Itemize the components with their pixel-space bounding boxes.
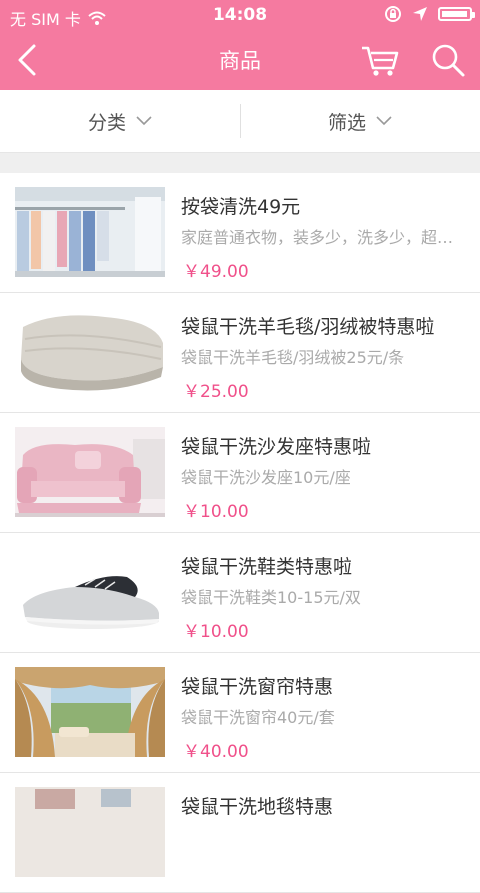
product-thumbnail-laundry xyxy=(15,187,165,277)
cart-icon[interactable] xyxy=(360,42,400,78)
section-gap xyxy=(0,153,480,173)
chevron-down-icon xyxy=(376,116,392,126)
nav-bar: 商品 xyxy=(0,30,480,90)
product-price: ￥40.00 xyxy=(183,742,249,762)
product-thumbnail-blanket xyxy=(15,307,165,397)
product-desc: 家庭普通衣物，装多少，洗多少，超值优惠 xyxy=(181,228,466,247)
search-icon[interactable] xyxy=(430,42,466,78)
product-price: ￥49.00 xyxy=(183,262,249,282)
product-desc: 袋鼠干洗鞋类10-15元/双 xyxy=(181,588,361,607)
product-thumbnail-sofa xyxy=(15,427,165,517)
product-thumbnail-shoe xyxy=(15,547,165,637)
product-item[interactable]: 袋鼠干洗羊毛毯/羽绒被特惠啦 袋鼠干洗羊毛毯/羽绒被25元/条 ￥25.00 xyxy=(0,293,480,413)
product-item[interactable]: 袋鼠干洗窗帘特惠 袋鼠干洗窗帘40元/套 ￥40.00 xyxy=(0,653,480,773)
product-price: ￥10.00 xyxy=(183,502,249,522)
battery-fill xyxy=(442,11,467,17)
product-thumbnail-carpet xyxy=(15,787,165,877)
product-desc: 袋鼠干洗羊毛毯/羽绒被25元/条 xyxy=(181,348,405,367)
status-bar: 无 SIM 卡 14:08 xyxy=(0,0,480,30)
product-item[interactable]: 按袋清洗49元 家庭普通衣物，装多少，洗多少，超值优惠 ￥49.00 xyxy=(0,173,480,293)
page-title: 商品 xyxy=(219,49,261,73)
product-title: 按袋清洗49元 xyxy=(181,196,301,218)
product-desc: 袋鼠干洗沙发座10元/座 xyxy=(181,468,351,487)
product-item[interactable]: 袋鼠干洗鞋类特惠啦 袋鼠干洗鞋类10-15元/双 ￥10.00 xyxy=(0,533,480,653)
filter-bar: 分类 筛选 xyxy=(0,90,480,153)
product-title: 袋鼠干洗沙发座特惠啦 xyxy=(181,436,372,458)
product-item[interactable]: 袋鼠干洗沙发座特惠啦 袋鼠干洗沙发座10元/座 ￥10.00 xyxy=(0,413,480,533)
product-price: ￥10.00 xyxy=(183,622,249,642)
product-item[interactable]: 袋鼠干洗地毯特惠 xyxy=(0,773,480,893)
product-title: 袋鼠干洗地毯特惠 xyxy=(181,796,334,818)
product-title: 袋鼠干洗鞋类特惠啦 xyxy=(181,556,353,578)
rotation-lock-icon xyxy=(385,6,401,22)
location-arrow-icon xyxy=(413,7,427,21)
product-desc: 袋鼠干洗窗帘40元/套 xyxy=(181,708,335,727)
chevron-down-icon xyxy=(136,116,152,126)
filter-label: 筛选 xyxy=(327,111,366,134)
product-title: 袋鼠干洗窗帘特惠 xyxy=(181,676,334,698)
category-dropdown[interactable]: 分类 xyxy=(0,90,240,152)
status-icons xyxy=(384,5,475,23)
filter-dropdown[interactable]: 筛选 xyxy=(240,90,480,152)
battery-icon xyxy=(438,7,475,21)
product-title: 袋鼠干洗羊毛毯/羽绒被特惠啦 xyxy=(181,316,435,338)
product-price: ￥25.00 xyxy=(183,382,249,402)
category-label: 分类 xyxy=(87,111,126,134)
product-thumbnail-curtain xyxy=(15,667,165,757)
product-list: 按袋清洗49元 家庭普通衣物，装多少，洗多少，超值优惠 ￥49.00 袋鼠干洗羊… xyxy=(0,173,480,893)
